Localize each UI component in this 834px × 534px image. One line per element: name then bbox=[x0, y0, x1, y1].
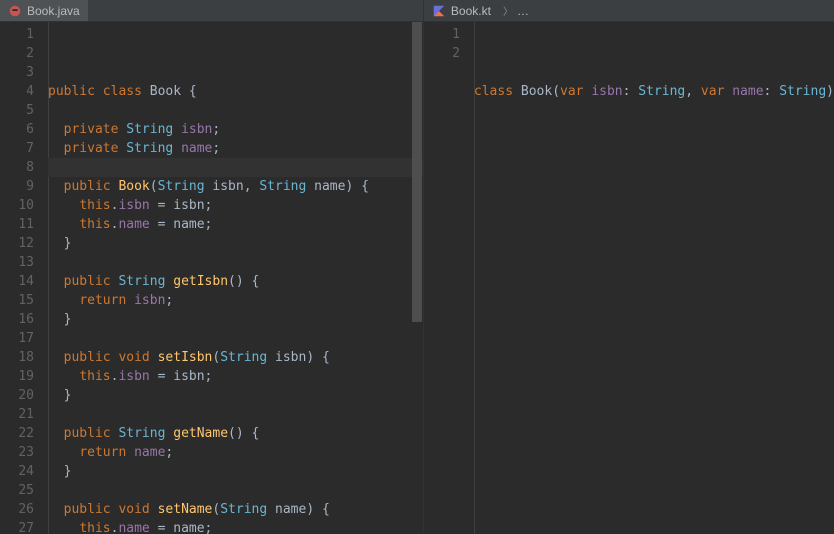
breadcrumb-more[interactable]: … bbox=[517, 4, 529, 18]
line-number: 16 bbox=[0, 310, 34, 329]
line-number: 8 bbox=[0, 158, 34, 177]
left-tab-bar: Book.java bbox=[0, 0, 423, 22]
right-editor[interactable]: 12 class Book(var isbn: String, var name… bbox=[424, 22, 834, 534]
code-line[interactable]: private String isbn; bbox=[48, 120, 423, 139]
line-number: 5 bbox=[0, 101, 34, 120]
line-number: 17 bbox=[0, 329, 34, 348]
code-line[interactable]: } bbox=[48, 310, 423, 329]
tab-filename: Book.kt bbox=[451, 4, 491, 18]
code-line[interactable]: this.name = name; bbox=[48, 215, 423, 234]
line-number: 4 bbox=[0, 82, 34, 101]
code-line[interactable] bbox=[474, 101, 834, 120]
line-number: 9 bbox=[0, 177, 34, 196]
line-number: 6 bbox=[0, 120, 34, 139]
right-tab-bar: Book.kt 〉 … bbox=[424, 0, 834, 22]
code-line[interactable] bbox=[48, 329, 423, 348]
line-number: 25 bbox=[0, 481, 34, 500]
line-number: 3 bbox=[0, 63, 34, 82]
right-gutter: 12 bbox=[424, 22, 474, 534]
left-code-area[interactable]: public class Book { private String isbn;… bbox=[48, 22, 423, 534]
java-file-icon bbox=[8, 4, 22, 18]
code-line[interactable]: return isbn; bbox=[48, 291, 423, 310]
breadcrumb-chevron-icon: 〉 bbox=[503, 3, 513, 18]
code-line[interactable]: this.name = name; bbox=[48, 519, 423, 534]
line-number: 22 bbox=[0, 424, 34, 443]
code-line[interactable]: public void setName(String name) { bbox=[48, 500, 423, 519]
line-number: 24 bbox=[0, 462, 34, 481]
line-number: 2 bbox=[424, 44, 460, 63]
code-line[interactable]: } bbox=[48, 386, 423, 405]
code-line[interactable]: return name; bbox=[48, 443, 423, 462]
kotlin-file-icon bbox=[432, 4, 446, 18]
line-number: 1 bbox=[424, 25, 460, 44]
right-code-area[interactable]: class Book(var isbn: String, var name: S… bbox=[474, 22, 834, 534]
code-line[interactable]: public class Book { bbox=[48, 82, 423, 101]
code-line[interactable]: this.isbn = isbn; bbox=[48, 367, 423, 386]
tab-filename: Book.java bbox=[27, 4, 80, 18]
line-number: 13 bbox=[0, 253, 34, 272]
line-number: 21 bbox=[0, 405, 34, 424]
code-line[interactable]: } bbox=[48, 462, 423, 481]
right-editor-pane: Book.kt 〉 … 12 class Book(var isbn: Stri… bbox=[424, 0, 834, 534]
code-line[interactable]: private String name; bbox=[48, 139, 423, 158]
line-number: 27 bbox=[0, 519, 34, 534]
left-gutter: 1234567891011121314151617181920212223242… bbox=[0, 22, 48, 534]
line-number: 14 bbox=[0, 272, 34, 291]
line-number: 10 bbox=[0, 196, 34, 215]
line-number: 12 bbox=[0, 234, 34, 253]
left-editor-pane: Book.java 123456789101112131415161718192… bbox=[0, 0, 423, 534]
code-line[interactable]: class Book(var isbn: String, var name: S… bbox=[474, 82, 834, 101]
code-line[interactable]: public String getName() { bbox=[48, 424, 423, 443]
code-line[interactable]: this.isbn = isbn; bbox=[48, 196, 423, 215]
tab-book-java[interactable]: Book.java bbox=[0, 0, 88, 21]
tab-book-kt[interactable]: Book.kt bbox=[424, 0, 499, 21]
line-number: 18 bbox=[0, 348, 34, 367]
code-line[interactable] bbox=[48, 158, 423, 177]
code-line[interactable] bbox=[48, 405, 423, 424]
line-number: 1 bbox=[0, 25, 34, 44]
code-line[interactable] bbox=[48, 481, 423, 500]
code-line[interactable] bbox=[48, 101, 423, 120]
line-number: 26 bbox=[0, 500, 34, 519]
line-number: 20 bbox=[0, 386, 34, 405]
code-line[interactable] bbox=[48, 253, 423, 272]
code-line[interactable]: public Book(String isbn, String name) { bbox=[48, 177, 423, 196]
line-number: 7 bbox=[0, 139, 34, 158]
line-number: 2 bbox=[0, 44, 34, 63]
line-number: 15 bbox=[0, 291, 34, 310]
scroll-thumb[interactable] bbox=[412, 22, 422, 322]
code-line[interactable]: } bbox=[48, 234, 423, 253]
line-number: 23 bbox=[0, 443, 34, 462]
code-line[interactable]: public String getIsbn() { bbox=[48, 272, 423, 291]
left-scrollbar[interactable] bbox=[411, 22, 423, 534]
code-line[interactable]: public void setIsbn(String isbn) { bbox=[48, 348, 423, 367]
left-editor[interactable]: 1234567891011121314151617181920212223242… bbox=[0, 22, 423, 534]
line-number: 11 bbox=[0, 215, 34, 234]
line-number: 19 bbox=[0, 367, 34, 386]
